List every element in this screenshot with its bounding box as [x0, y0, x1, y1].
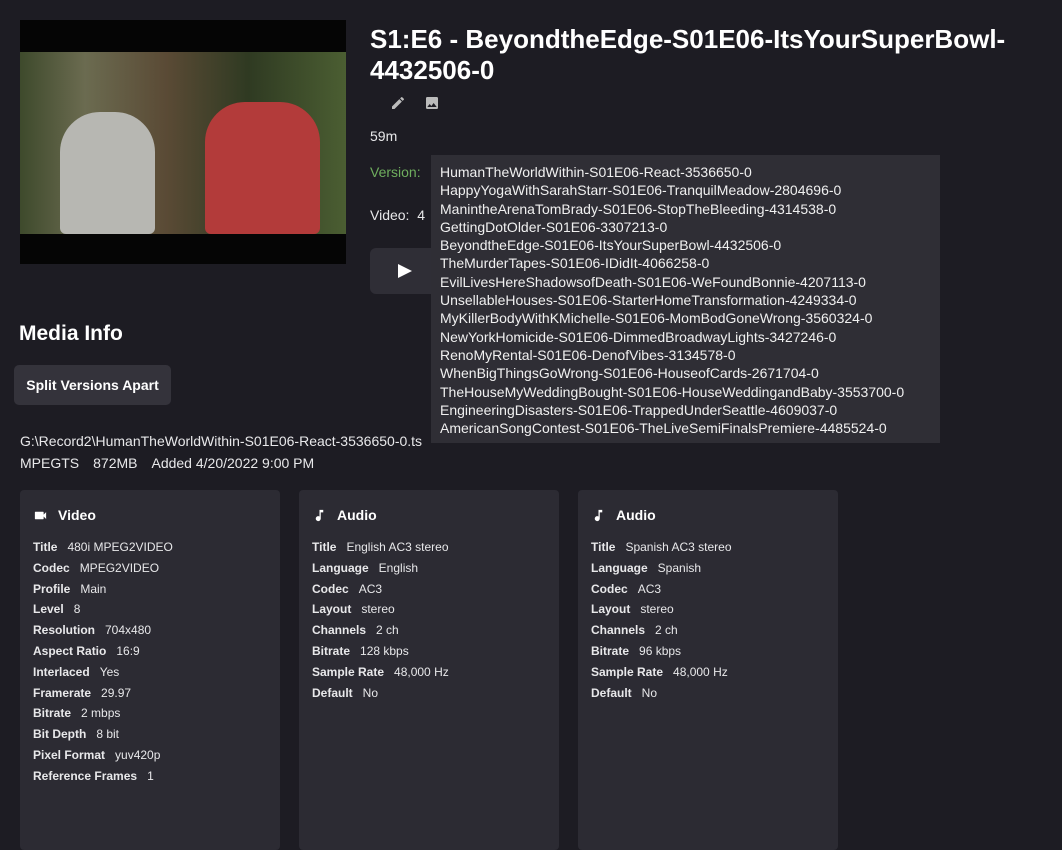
- stream-property: Title 480i MPEG2VIDEO: [33, 540, 173, 554]
- stream-property: Language English: [312, 560, 419, 575]
- version-option[interactable]: UnsellableHouses-S01E06-StarterHomeTrans…: [440, 291, 931, 309]
- version-option[interactable]: EngineeringDisasters-S01E06-TrappedUnder…: [440, 401, 931, 419]
- stream-property: Title English AC3 stereo: [312, 540, 449, 554]
- stream-property: Bitrate 96 kbps: [591, 643, 682, 658]
- stream-property: Reference Frames 1: [33, 768, 154, 783]
- video-label: Video: 4: [370, 207, 426, 223]
- stream-property: Language Spanish: [591, 560, 702, 575]
- edit-pencil-icon[interactable]: [390, 95, 406, 111]
- music-note-icon: [594, 509, 603, 521]
- page-title: S1:E6 - BeyondtheEdge-S01E06-ItsYourSupe…: [370, 24, 1006, 85]
- stream-property: Layout stereo: [312, 602, 395, 617]
- play-button[interactable]: [370, 248, 440, 294]
- stream-property: Channels 2 ch: [312, 623, 399, 638]
- stream-property: Bitrate 2 mbps: [33, 706, 121, 721]
- version-option[interactable]: WhenBigThingsGoWrong-S01E06-HouseofCards…: [440, 364, 931, 382]
- version-option[interactable]: NewYorkHomicide-S01E06-DimmedBroadwayLig…: [440, 328, 931, 346]
- version-option[interactable]: BeyondtheEdge-S01E06-ItsYourSuperBowl-44…: [440, 236, 931, 254]
- music-note-icon: [315, 509, 324, 521]
- stream-property: Codec MPEG2VIDEO: [33, 560, 160, 575]
- stream-property: Layout stereo: [591, 602, 674, 617]
- version-option[interactable]: ManintheArenaTomBrady-S01E06-StopTheBlee…: [440, 200, 931, 218]
- version-option[interactable]: HappyYogaWithSarahStarr-S01E06-TranquilM…: [440, 181, 931, 199]
- play-icon: [398, 264, 412, 278]
- version-option[interactable]: AmericanSongContest-S01E06-TheLiveSemiFi…: [440, 419, 931, 437]
- card-title: Audio: [616, 507, 656, 523]
- stream-property: Codec AC3: [591, 581, 662, 596]
- video-camera-icon: [34, 511, 47, 519]
- version-option[interactable]: EvilLivesHereShadowsofDeath-S01E06-WeFou…: [440, 273, 931, 291]
- stream-property: Pixel Format yuv420p: [33, 747, 161, 762]
- episode-thumbnail: [20, 20, 346, 264]
- stream-property: Aspect Ratio 16:9: [33, 643, 140, 658]
- version-dropdown[interactable]: HumanTheWorldWithin-S01E06-React-3536650…: [431, 155, 940, 443]
- version-option[interactable]: TheMurderTapes-S01E06-IDidIt-4066258-0: [440, 254, 931, 272]
- stream-property: Profile Main: [33, 581, 107, 596]
- stream-property: Default No: [312, 685, 379, 700]
- version-option[interactable]: HumanTheWorldWithin-S01E06-React-3536650…: [440, 163, 931, 181]
- stream-property: Title Spanish AC3 stereo: [591, 540, 732, 554]
- stream-property: Sample Rate 48,000 Hz: [312, 664, 449, 679]
- stream-property: Bit Depth 8 bit: [33, 727, 120, 742]
- stream-property: Channels 2 ch: [591, 623, 678, 638]
- video-stream-card: Video Title 480i MPEG2VIDEO Codec MPEG2VIDEO…: [20, 490, 280, 850]
- image-icon[interactable]: [424, 95, 440, 111]
- stream-property: Codec AC3: [312, 581, 383, 596]
- stream-property: Default No: [591, 685, 658, 700]
- version-option[interactable]: GettingDotOlder-S01E06-3307213-0: [440, 218, 931, 236]
- card-title: Video: [58, 507, 96, 523]
- media-info-heading: Media Info: [19, 322, 123, 345]
- stream-property: Sample Rate 48,000 Hz: [591, 664, 728, 679]
- runtime: 59m: [370, 128, 398, 144]
- version-option[interactable]: MyKillerBodyWithKMichelle-S01E06-MomBodG…: [440, 309, 931, 327]
- card-title: Audio: [337, 507, 377, 523]
- stream-property: Framerate 29.97: [33, 685, 132, 700]
- stream-property: Interlaced Yes: [33, 664, 120, 679]
- audio-stream-card: Audio Title Spanish AC3 stereo Language Span…: [578, 490, 838, 850]
- stream-property: Level 8: [33, 602, 81, 617]
- split-versions-button[interactable]: Split Versions Apart: [14, 365, 171, 405]
- file-path: G:\Record2\HumanTheWorldWithin-S01E06-Re…: [20, 433, 423, 449]
- audio-stream-card: Audio Title English AC3 stereo Language Engl…: [299, 490, 559, 850]
- version-option[interactable]: TheHouseMyWeddingBought-S01E06-HouseWedd…: [440, 383, 931, 401]
- file-meta: MPEGTS 872MB Added 4/20/2022 9:00 PM: [20, 455, 315, 471]
- version-label: Version:: [370, 164, 421, 180]
- stream-property: Resolution 704x480: [33, 623, 152, 638]
- stream-property: Bitrate 128 kbps: [312, 643, 409, 658]
- version-option[interactable]: RenoMyRental-S01E06-DenofVibes-3134578-0: [440, 346, 931, 364]
